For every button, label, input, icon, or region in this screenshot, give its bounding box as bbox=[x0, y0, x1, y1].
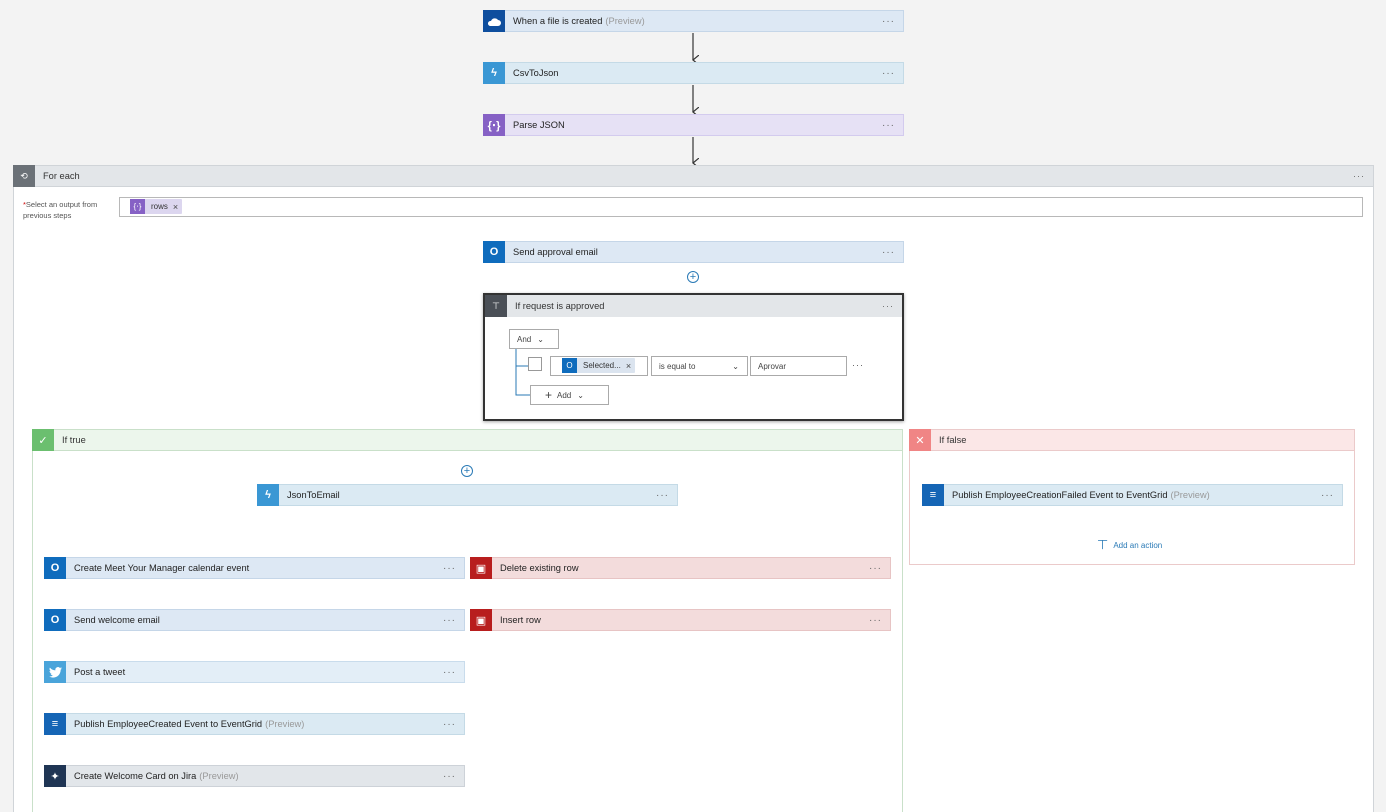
if-true-header: ✓ If true bbox=[32, 429, 903, 451]
more-options-icon[interactable]: ··· bbox=[882, 247, 895, 258]
condition-icon: ⊤ bbox=[485, 295, 507, 317]
delete-row-label: Delete existing row bbox=[500, 563, 579, 573]
chevron-down-icon: ⌄ bbox=[732, 361, 739, 371]
csv-to-json-label: CsvToJson bbox=[513, 68, 559, 78]
onedrive-icon bbox=[483, 10, 505, 32]
outlook-icon: O bbox=[44, 557, 66, 579]
more-options-icon[interactable]: ··· bbox=[656, 490, 669, 501]
parse-json-icon: {⋅} bbox=[130, 199, 145, 214]
publish-failed-label: Publish EmployeeCreationFailed Event to … bbox=[952, 490, 1210, 500]
more-options-icon[interactable]: ··· bbox=[882, 68, 895, 79]
event-grid-icon: ≡ bbox=[44, 713, 66, 735]
row-checkbox[interactable] bbox=[528, 357, 542, 371]
event-grid-icon: ≡ bbox=[922, 484, 944, 506]
insert-step-icon[interactable]: + bbox=[687, 271, 699, 283]
json-to-email-label: JsonToEmail bbox=[287, 490, 340, 500]
condition-title: If request is approved bbox=[515, 301, 605, 311]
post-tweet-label: Post a tweet bbox=[74, 667, 126, 677]
close-icon: ✕ bbox=[909, 429, 931, 451]
publish-created-card[interactable]: ≡ Publish EmployeeCreated Event to Event… bbox=[44, 713, 465, 735]
condition-header[interactable]: ⊤ If request is approved ··· bbox=[485, 295, 902, 317]
loop-icon: ⟲ bbox=[13, 165, 35, 187]
add-action-link[interactable]: ⊤ Add an action bbox=[1097, 537, 1162, 553]
condition-value-input[interactable]: Aprovar bbox=[750, 356, 847, 376]
more-options-icon[interactable]: ··· bbox=[443, 771, 456, 782]
parse-json-icon: {⋅} bbox=[483, 114, 505, 136]
more-options-icon[interactable]: ··· bbox=[882, 120, 895, 131]
function-icon: ϟ bbox=[257, 484, 279, 506]
remove-token-icon[interactable]: × bbox=[173, 202, 178, 212]
for-each-output-field[interactable] bbox=[119, 197, 1363, 217]
more-options-icon[interactable]: ··· bbox=[443, 667, 456, 678]
more-options-icon[interactable]: ··· bbox=[852, 360, 864, 370]
more-options-icon[interactable]: ··· bbox=[882, 16, 895, 27]
rows-token: {⋅} rows × bbox=[130, 199, 183, 214]
more-options-icon[interactable]: ··· bbox=[443, 719, 456, 730]
outlook-icon: O bbox=[44, 609, 66, 631]
more-options-icon[interactable]: ··· bbox=[869, 563, 882, 574]
function-icon: ϟ bbox=[483, 62, 505, 84]
more-options-icon[interactable]: ··· bbox=[443, 563, 456, 574]
insert-row-label: Insert row bbox=[500, 615, 541, 625]
for-each-title: For each bbox=[43, 171, 80, 181]
more-options-icon[interactable]: ··· bbox=[443, 615, 456, 626]
trigger-label: When a file is created (Preview) bbox=[513, 16, 645, 26]
calendar-event-card[interactable]: O Create Meet Your Manager calendar even… bbox=[44, 557, 465, 579]
post-tweet-card[interactable]: Post a tweet ··· bbox=[44, 661, 465, 683]
send-approval-label: Send approval email bbox=[513, 247, 598, 257]
check-icon: ✓ bbox=[32, 429, 54, 451]
parse-json-label: Parse JSON bbox=[513, 120, 565, 130]
insert-row-card[interactable]: ▣ Insert row ··· bbox=[470, 609, 891, 631]
if-false-title: If false bbox=[939, 435, 967, 445]
sql-icon: ▣ bbox=[470, 609, 492, 631]
csv-to-json-card[interactable]: ϟ CsvToJson ··· bbox=[483, 62, 904, 84]
welcome-email-label: Send welcome email bbox=[74, 615, 160, 625]
remove-token-icon[interactable]: × bbox=[626, 361, 631, 371]
trigger-card[interactable]: When a file is created (Preview) ··· bbox=[483, 10, 904, 32]
more-options-icon[interactable]: ··· bbox=[1321, 490, 1334, 501]
plus-icon: + bbox=[545, 388, 553, 402]
if-false-header: ✕ If false bbox=[909, 429, 1355, 451]
outlook-icon: O bbox=[483, 241, 505, 263]
if-true-title: If true bbox=[62, 435, 86, 445]
json-to-email-card[interactable]: ϟ JsonToEmail ··· bbox=[257, 484, 678, 506]
more-options-icon[interactable]: ··· bbox=[869, 615, 882, 626]
more-options-icon[interactable]: ··· bbox=[1353, 171, 1365, 181]
add-condition-button[interactable]: + Add ⌄ bbox=[530, 385, 609, 405]
more-options-icon[interactable]: ··· bbox=[882, 301, 894, 311]
publish-failed-card[interactable]: ≡ Publish EmployeeCreationFailed Event t… bbox=[922, 484, 1343, 506]
jira-icon: ✦ bbox=[44, 765, 66, 787]
and-selector[interactable]: And ⌄ bbox=[509, 329, 559, 349]
twitter-icon bbox=[44, 661, 66, 683]
selected-option-token: O Selected... × bbox=[562, 358, 636, 373]
for-each-field-label: *Select an output from previous steps bbox=[23, 200, 98, 220]
chevron-down-icon: ⌄ bbox=[537, 334, 544, 344]
jira-label: Create Welcome Card on Jira (Preview) bbox=[74, 771, 239, 781]
outlook-icon: O bbox=[562, 358, 577, 373]
send-approval-card[interactable]: O Send approval email ··· bbox=[483, 241, 904, 263]
jira-card[interactable]: ✦ Create Welcome Card on Jira (Preview) ·… bbox=[44, 765, 465, 787]
chevron-down-icon: ⌄ bbox=[577, 390, 584, 400]
delete-row-card[interactable]: ▣ Delete existing row ··· bbox=[470, 557, 891, 579]
operator-select[interactable]: is equal to ⌄ bbox=[651, 356, 748, 376]
welcome-email-card[interactable]: O Send welcome email ··· bbox=[44, 609, 465, 631]
add-action-icon: ⊤ bbox=[1097, 537, 1109, 552]
parse-json-card[interactable]: {⋅} Parse JSON ··· bbox=[483, 114, 904, 136]
sql-icon: ▣ bbox=[470, 557, 492, 579]
for-each-header[interactable]: ⟲ For each ··· bbox=[13, 165, 1374, 187]
insert-step-icon[interactable]: + bbox=[461, 465, 473, 477]
publish-created-label: Publish EmployeeCreated Event to EventGr… bbox=[74, 719, 305, 729]
calendar-event-label: Create Meet Your Manager calendar event bbox=[74, 563, 250, 573]
